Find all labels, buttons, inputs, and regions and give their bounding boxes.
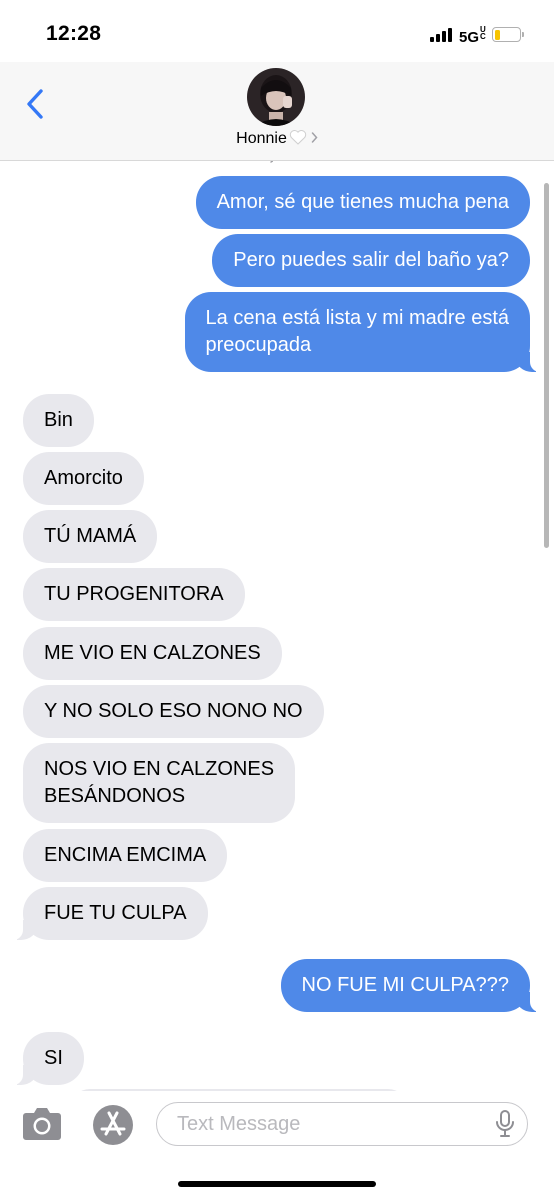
microphone-icon[interactable] — [494, 1110, 516, 1138]
received-message-bubble[interactable]: Bin — [23, 394, 94, 447]
message-text: NO FUE MI CULPA??? — [301, 974, 509, 996]
message-list[interactable]: Today 12:06 Amor, sé que tienes mucha pen… — [0, 161, 554, 1091]
message-text: FUE TU CULPA — [44, 902, 187, 924]
network-type: 5GUC — [459, 25, 486, 47]
message-text: Bin — [44, 409, 73, 431]
chevron-left-icon — [27, 89, 43, 119]
status-time: 12:28 — [46, 22, 102, 45]
message-text: NOS VIO EN CALZONES — [44, 758, 275, 780]
battery-icon — [492, 27, 524, 42]
received-message-bubble[interactable]: Y NO SOLO ESO NONO NO — [23, 685, 324, 738]
message-text: preocupada — [205, 334, 312, 356]
received-message-bubble[interactable]: NOS VIO EN CALZONES BESÁNDONOS — [23, 743, 296, 823]
message-text: La cena está lista y mi madre está — [205, 307, 509, 329]
contact-name-row[interactable]: Honnie — [0, 129, 554, 148]
contact-avatar[interactable] — [247, 68, 305, 126]
contact-name: Honnie — [236, 130, 287, 147]
message-text: ME VIO EN CALZONES — [44, 642, 261, 664]
back-button[interactable] — [18, 84, 52, 124]
received-message-bubble[interactable]: ME VIO EN CALZONES — [23, 627, 282, 680]
chevron-right-icon — [311, 132, 318, 143]
app-store-icon — [93, 1105, 133, 1145]
camera-button[interactable] — [22, 1107, 62, 1141]
message-text: Y NO SOLO ESO NONO NO — [44, 700, 303, 722]
message-text: ENCIMA EMCIMA — [44, 844, 207, 866]
home-indicator[interactable] — [178, 1181, 376, 1187]
camera-icon — [23, 1108, 61, 1140]
apps-button[interactable] — [92, 1104, 134, 1146]
message-text: Amor, sé que tienes mucha pena — [216, 191, 509, 213]
avatar-photo — [247, 68, 305, 126]
sent-message-bubble[interactable]: NO FUE MI CULPA??? — [280, 959, 541, 1012]
scrollbar[interactable] — [544, 183, 549, 548]
sent-message-bubble[interactable]: Pero puedes salir del baño ya? — [212, 234, 530, 287]
sent-message-bubble[interactable]: Amor, sé que tienes mucha pena — [195, 176, 530, 229]
message-input[interactable] — [156, 1102, 528, 1146]
message-text: BESÁNDONOS — [44, 785, 186, 807]
received-message-bubble[interactable]: ENCIMA EMCIMA — [23, 829, 228, 882]
received-message-bubble[interactable]: TU PROGENITORA — [23, 568, 245, 621]
timestamp-label: Today 12:06 — [0, 161, 554, 163]
cellular-signal-icon — [430, 28, 454, 42]
message-text: Amorcito — [44, 467, 123, 489]
conversation-header: Honnie — [0, 62, 554, 161]
message-text: TÚ MAMÁ — [44, 525, 137, 547]
received-message-bubble[interactable]: SI — [13, 1032, 84, 1085]
message-text: SI — [44, 1047, 63, 1069]
message-text: TU PROGENITORA — [44, 583, 224, 605]
white-heart-icon — [289, 130, 306, 145]
sent-message-bubble[interactable]: La cena está lista y mi madre está preocu… — [184, 292, 541, 372]
message-text: Pero puedes salir del baño ya? — [233, 249, 509, 271]
received-message-bubble[interactable]: Amorcito — [23, 452, 144, 505]
received-message-bubble[interactable]: FUE TU CULPA — [13, 887, 208, 940]
received-message-bubble[interactable]: TÚ MAMÁ — [23, 510, 158, 563]
status-bar: 12:28 5GUC — [0, 0, 554, 62]
